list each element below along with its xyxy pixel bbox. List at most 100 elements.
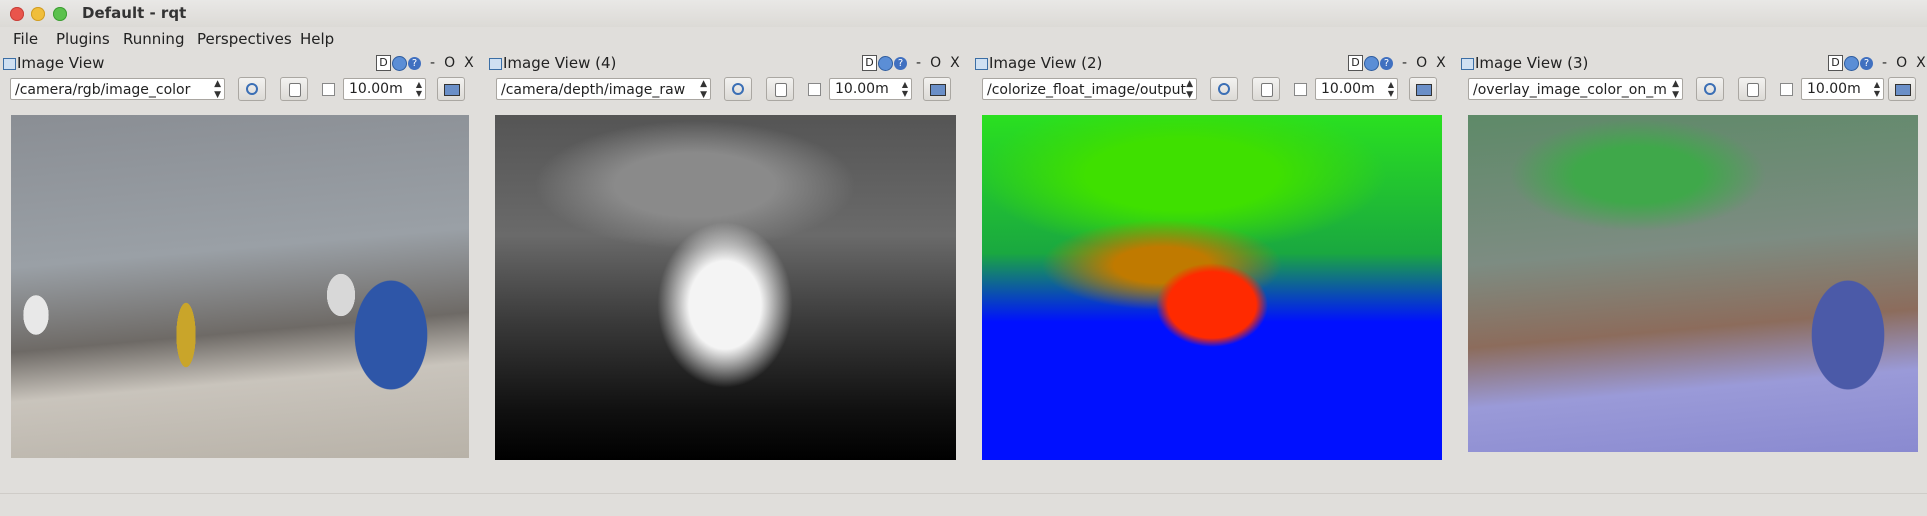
menu-bar: File Plugins Running Perspectives Help bbox=[0, 27, 1927, 52]
save-image-icon bbox=[444, 84, 460, 96]
close-panel-button[interactable]: X bbox=[1916, 55, 1926, 71]
restore-panel-button[interactable]: O bbox=[444, 55, 455, 71]
panel-title-bar: Image View (4) D? - O X bbox=[486, 52, 966, 74]
overlay-image bbox=[1468, 115, 1918, 452]
close-panel-button[interactable]: X bbox=[950, 55, 960, 71]
menu-plugins[interactable]: Plugins bbox=[56, 30, 110, 48]
help-icon[interactable]: ? bbox=[1860, 56, 1873, 70]
menu-running[interactable]: Running bbox=[123, 30, 184, 48]
reload-icon[interactable] bbox=[878, 55, 893, 71]
save-image-button[interactable] bbox=[1409, 77, 1437, 101]
spin-arrows-icon: ▲ ▼ bbox=[1387, 80, 1394, 98]
refresh-topics-button[interactable] bbox=[238, 77, 266, 101]
panel-title: Image View (2) bbox=[989, 54, 1103, 72]
topic-value: /camera/depth/image_raw bbox=[501, 82, 686, 98]
combo-arrow-icon: ▲ ▼ bbox=[700, 79, 707, 100]
combo-arrow-icon: ▲ ▼ bbox=[214, 79, 221, 100]
topic-dropdown[interactable]: /camera/rgb/image_color ▲ ▼ bbox=[10, 78, 225, 100]
window-maximize-button[interactable] bbox=[53, 7, 67, 21]
timeout-spinbox[interactable]: 10.00m ▲ ▼ bbox=[1315, 78, 1398, 100]
panel-controls: D? - O X bbox=[1348, 55, 1446, 71]
refresh-icon bbox=[1218, 83, 1230, 95]
restore-panel-button[interactable]: O bbox=[1896, 55, 1907, 71]
zoom-button[interactable] bbox=[766, 77, 794, 101]
panel-toolbar: /camera/rgb/image_color ▲ ▼ 10.00m ▲ ▼ bbox=[0, 76, 480, 104]
refresh-topics-button[interactable] bbox=[1696, 77, 1724, 101]
refresh-icon bbox=[246, 83, 258, 95]
timeout-spinbox[interactable]: 10.00m ▲ ▼ bbox=[829, 78, 912, 100]
reload-icon[interactable] bbox=[392, 55, 407, 71]
panel-title-bar: Image View (2) D? - O X bbox=[972, 52, 1452, 74]
save-image-button[interactable] bbox=[437, 77, 465, 101]
window-icon bbox=[975, 58, 988, 70]
help-icon[interactable]: ? bbox=[1380, 56, 1393, 70]
menu-file[interactable]: File bbox=[13, 30, 38, 48]
colorized-depth-image bbox=[982, 115, 1442, 460]
topic-dropdown[interactable]: /colorize_float_image/output ▲ ▼ bbox=[982, 78, 1197, 100]
title-bar: Default - rqt bbox=[0, 0, 1927, 27]
save-image-button[interactable] bbox=[1888, 77, 1916, 101]
minimize-panel-button[interactable]: - bbox=[1402, 55, 1407, 71]
window-close-button[interactable] bbox=[10, 7, 24, 21]
minimize-panel-button[interactable]: - bbox=[430, 55, 435, 71]
topic-dropdown[interactable]: /camera/depth/image_raw ▲ ▼ bbox=[496, 78, 711, 100]
timeout-spinbox[interactable]: 10.00m ▲ ▼ bbox=[1801, 78, 1884, 100]
panel-title-bar: Image View D? - O X bbox=[0, 52, 480, 74]
dock-icon[interactable]: D bbox=[862, 55, 877, 71]
save-image-icon bbox=[1416, 84, 1432, 96]
dock-icon[interactable]: D bbox=[376, 55, 391, 71]
panel-toolbar: /overlay_image_color_on_m ▲ ▼ 10.00m ▲ ▼ bbox=[1458, 76, 1927, 104]
zoom-button[interactable] bbox=[280, 77, 308, 101]
reload-icon[interactable] bbox=[1844, 55, 1859, 71]
panel-controls: D? - O X bbox=[862, 55, 960, 71]
smooth-scaling-checkbox[interactable] bbox=[1294, 83, 1307, 96]
timeout-value: 10.00m bbox=[1807, 81, 1861, 97]
close-panel-button[interactable]: X bbox=[1436, 55, 1446, 71]
restore-panel-button[interactable]: O bbox=[1416, 55, 1427, 71]
timeout-value: 10.00m bbox=[1321, 81, 1375, 97]
smooth-scaling-checkbox[interactable] bbox=[322, 83, 335, 96]
refresh-icon bbox=[732, 83, 744, 95]
zoom-icon bbox=[775, 83, 787, 97]
depth-image bbox=[495, 115, 956, 460]
status-bar bbox=[0, 493, 1927, 516]
minimize-panel-button[interactable]: - bbox=[916, 55, 921, 71]
smooth-scaling-checkbox[interactable] bbox=[808, 83, 821, 96]
help-icon[interactable]: ? bbox=[408, 56, 421, 70]
menu-help[interactable]: Help bbox=[300, 30, 334, 48]
panel-title: Image View (4) bbox=[503, 54, 617, 72]
minimize-panel-button[interactable]: - bbox=[1882, 55, 1887, 71]
combo-arrow-icon: ▲ ▼ bbox=[1672, 79, 1679, 100]
zoom-icon bbox=[289, 83, 301, 97]
dock-icon[interactable]: D bbox=[1348, 55, 1363, 71]
refresh-topics-button[interactable] bbox=[724, 77, 752, 101]
rgb-image bbox=[11, 115, 469, 458]
save-image-button[interactable] bbox=[923, 77, 951, 101]
zoom-icon bbox=[1261, 83, 1273, 97]
topic-dropdown[interactable]: /overlay_image_color_on_m ▲ ▼ bbox=[1468, 78, 1683, 100]
close-panel-button[interactable]: X bbox=[464, 55, 474, 71]
panel-controls: D? - O X bbox=[376, 55, 474, 71]
panel-toolbar: /colorize_float_image/output ▲ ▼ 10.00m ▲ ▼ bbox=[972, 76, 1452, 104]
panel-controls: D? - O X bbox=[1828, 55, 1926, 71]
dock-icon[interactable]: D bbox=[1828, 55, 1843, 71]
refresh-topics-button[interactable] bbox=[1210, 77, 1238, 101]
timeout-value: 10.00m bbox=[835, 81, 889, 97]
smooth-scaling-checkbox[interactable] bbox=[1780, 83, 1793, 96]
spin-arrows-icon: ▲ ▼ bbox=[415, 80, 422, 98]
window-minimize-button[interactable] bbox=[31, 7, 45, 21]
window-icon bbox=[3, 58, 16, 70]
spin-arrows-icon: ▲ ▼ bbox=[1873, 80, 1880, 98]
panel-title-bar: Image View (3) D? - O X bbox=[1458, 52, 1927, 74]
timeout-spinbox[interactable]: 10.00m ▲ ▼ bbox=[343, 78, 426, 100]
save-image-icon bbox=[930, 84, 946, 96]
menu-perspectives[interactable]: Perspectives bbox=[197, 30, 292, 48]
zoom-button[interactable] bbox=[1252, 77, 1280, 101]
reload-icon[interactable] bbox=[1364, 55, 1379, 71]
zoom-button[interactable] bbox=[1738, 77, 1766, 101]
topic-value: /camera/rgb/image_color bbox=[15, 82, 191, 98]
help-icon[interactable]: ? bbox=[894, 56, 907, 70]
timeout-value: 10.00m bbox=[349, 81, 403, 97]
window-icon bbox=[489, 58, 502, 70]
restore-panel-button[interactable]: O bbox=[930, 55, 941, 71]
